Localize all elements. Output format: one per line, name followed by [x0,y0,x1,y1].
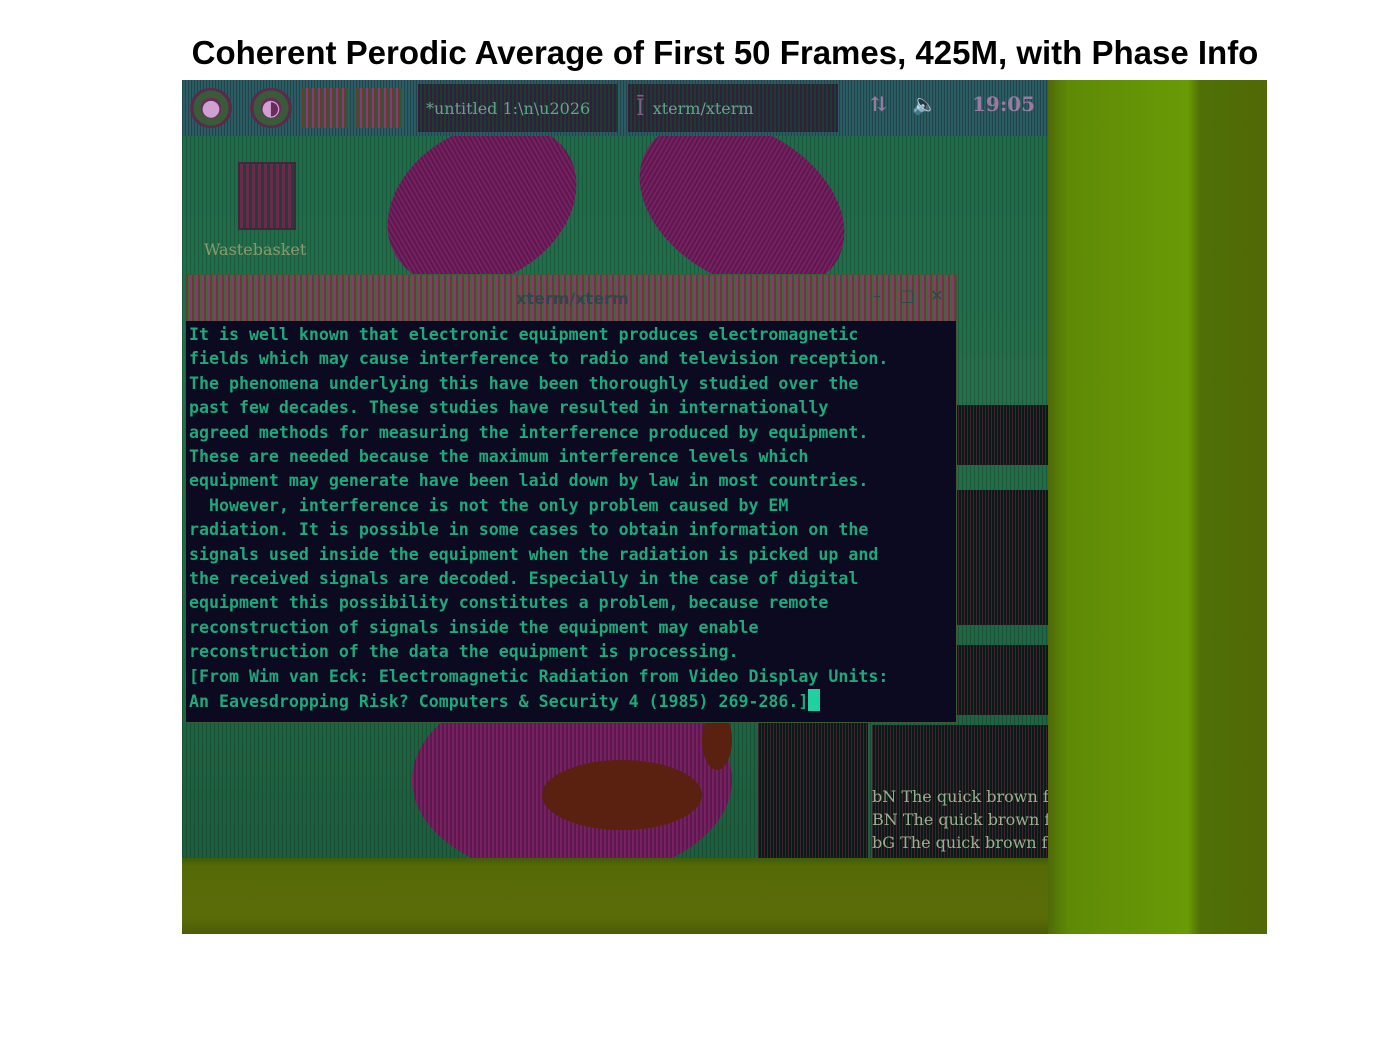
terminal-window[interactable]: xterm/xterm – □ ✕ It is well known that … [185,274,957,723]
bottom-border-band [182,858,1048,934]
figure-title: Coherent Perodic Average of First 50 Fra… [191,34,1259,71]
taskbar-task-terminal[interactable]: Ī xterm/xterm [628,84,838,132]
captured-screen-image: ● ◐ *untitled 1:\n\u2026 Ī xterm/xterm ⇅… [182,80,1267,934]
taskbar-task-editor-label: *untitled 1:\n\u2026 [426,98,591,118]
terminal-line: reconstruction of signals inside the equ… [189,617,759,637]
terminal-line: However, interference is not the only pr… [189,495,789,515]
trash-icon[interactable] [238,162,296,230]
terminal-line: These are needed because the maximum int… [189,447,809,467]
terminal-line: equipment this possibility constitutes a… [189,593,829,613]
terminal-output[interactable]: It is well known that electronic equipme… [189,323,951,715]
network-icon[interactable]: ⇅ [870,92,887,116]
text-cursor [808,689,821,712]
terminal-title: xterm/xterm [516,289,629,308]
background-window[interactable] [955,490,1048,625]
background-window-text[interactable]: bN The quick brown f BN The quick brown … [872,725,1048,858]
trash-label: Wastebasket [204,240,307,259]
background-window[interactable] [955,405,1048,465]
volume-icon[interactable]: 🔈 [912,92,937,116]
clock[interactable]: 19:05 [972,92,1035,116]
sample-text-line: bN The quick brown f [872,787,1048,806]
background-window-strip [758,720,868,858]
taskbar: ● ◐ *untitled 1:\n\u2026 Ī xterm/xterm ⇅… [182,80,1048,136]
terminal-line: It is well known that electronic equipme… [189,325,859,344]
terminal-icon: Ī [636,95,645,121]
right-border-band [1048,80,1267,934]
terminal-line: reconstruction of the data the equipment… [189,642,739,662]
terminal-line: [From Wim van Eck: Electromagnetic Radia… [189,666,889,686]
desktop: ● ◐ *untitled 1:\n\u2026 Ī xterm/xterm ⇅… [182,80,1048,858]
gnome-foot-icon[interactable]: ● [190,88,232,128]
terminal-line: An Eavesdropping Risk? Computers & Secur… [189,692,809,712]
maximize-button[interactable]: □ [898,287,916,305]
sample-text-line: bG The quick brown fo [872,833,1048,852]
terminal-line: fields which may cause interference to r… [189,349,889,369]
sample-text-line: BN The quick brown f [872,810,1048,829]
close-button[interactable]: ✕ [928,287,946,305]
background-window[interactable] [955,645,1048,715]
image-icon[interactable] [356,88,402,128]
terminal-line: The phenomena underlying this have been … [189,373,859,393]
terminal-line: signals used inside the equipment when t… [189,544,879,564]
wallpaper-spot [542,760,702,830]
terminal-line: past few decades. These studies have res… [189,398,829,418]
folder-icon[interactable] [302,88,348,128]
terminal-line: equipment may generate have been laid do… [189,471,869,491]
minimize-button[interactable]: – [868,287,886,305]
taskbar-task-terminal-label: xterm/xterm [652,98,754,118]
globe-icon[interactable]: ◐ [250,88,292,128]
terminal-titlebar[interactable]: xterm/xterm – □ ✕ [186,275,956,321]
taskbar-task-editor[interactable]: *untitled 1:\n\u2026 [418,84,618,132]
terminal-line: agreed methods for measuring the interfe… [189,422,869,442]
terminal-line: radiation. It is possible in some cases … [189,520,869,540]
terminal-line: the received signals are decoded. Especi… [189,569,859,589]
